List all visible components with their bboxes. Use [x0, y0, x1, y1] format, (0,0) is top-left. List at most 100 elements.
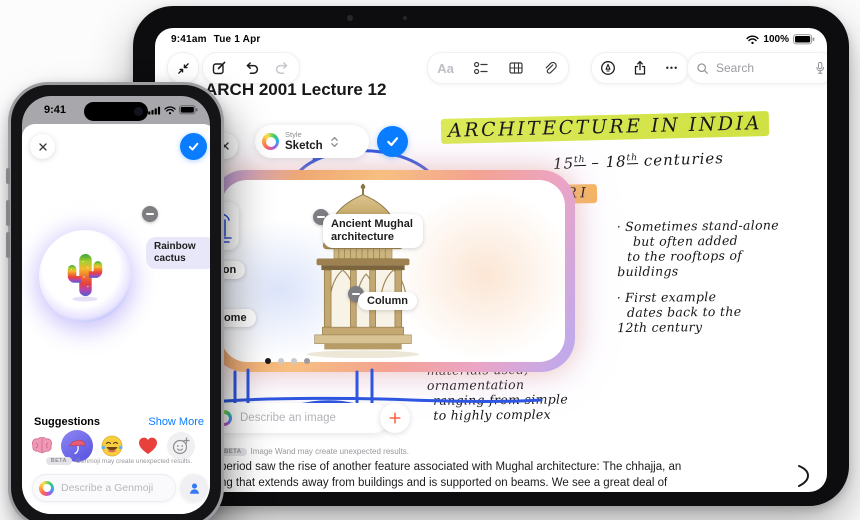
tag-subject[interactable]: Ancient Mughal architecture — [323, 214, 423, 248]
genmoji-tag[interactable]: Rainbow cactus — [146, 237, 210, 269]
genmoji-sheet: Rainbow cactus Suggestions Show More BET… — [22, 124, 210, 514]
describe-genmoji-field[interactable] — [32, 474, 176, 502]
wifi-icon — [164, 105, 176, 114]
style-picker[interactable]: Style Sketch — [255, 125, 369, 158]
iphone-device: 9:41 Rainbow cactus Suggestions Show Mor… — [6, 82, 224, 520]
collapse-icon — [169, 54, 197, 82]
more-icon: ••• — [665, 63, 679, 73]
format-icon: Aa — [437, 60, 454, 76]
beta-text: Image Wand may create unexpected results… — [250, 447, 409, 456]
describe-genmoji-input[interactable] — [59, 481, 169, 495]
search-input[interactable] — [714, 60, 809, 76]
chhatri-illustration — [306, 183, 420, 359]
describe-image-field[interactable] — [209, 403, 389, 433]
battery-icon — [179, 105, 198, 115]
suggestion-laughing[interactable] — [98, 432, 126, 460]
volume-up-button — [6, 200, 10, 226]
ipad-status-right: 100% — [746, 34, 815, 45]
markup-pencil-icon — [601, 61, 615, 75]
genmoji-accept-button[interactable] — [180, 133, 207, 160]
ipad-date: Tue 1 Apr — [213, 34, 261, 45]
iphone-screen: 9:41 Rainbow cactus Suggestions Show Mor… — [22, 96, 210, 514]
table-button[interactable] — [502, 54, 530, 82]
ipad-time: 9:41am — [171, 34, 207, 45]
checklist-button[interactable] — [467, 54, 495, 82]
note-title: ARCH 2001 Lecture 12 — [205, 80, 387, 99]
battery-percent: 100% — [763, 34, 789, 45]
suggestion-heart[interactable] — [134, 432, 162, 460]
iphone-status-icons — [148, 105, 198, 115]
search-field[interactable] — [687, 52, 827, 84]
wifi-icon — [746, 35, 760, 44]
show-more-link[interactable]: Show More — [148, 416, 204, 428]
note-paragraph: s period saw the rise of another feature… — [211, 461, 682, 489]
paperclip-icon — [545, 61, 557, 74]
style-text: Style Sketch — [285, 130, 323, 152]
beta-badge: BETA — [45, 457, 72, 465]
volume-down-button — [6, 232, 10, 258]
new-genmoji-icon — [172, 437, 190, 455]
battery-icon — [793, 34, 815, 45]
heart-emoji — [139, 437, 157, 454]
format-button[interactable]: Aa — [432, 54, 460, 82]
iphone-bezel: 9:41 Rainbow cactus Suggestions Show Mor… — [11, 85, 221, 520]
handwritten-heading: ARCHITECTURE IN INDIA — [440, 110, 770, 145]
share-icon — [634, 60, 646, 75]
genmoji-preview — [39, 230, 131, 322]
plus-icon — [389, 412, 401, 424]
rainbow-cactus-emoji — [67, 253, 103, 302]
pen-flourish — [798, 465, 809, 487]
ipad-camera-dot — [403, 16, 407, 20]
more-button[interactable]: ••• — [658, 54, 686, 82]
mic-icon[interactable] — [814, 61, 826, 75]
ipad-screen: 9:41am Tue 1 Apr 100% Aa ••• Search ARCH… — [155, 28, 827, 492]
dynamic-island — [84, 102, 148, 121]
describe-image-input[interactable] — [238, 411, 382, 425]
format-group: Aa — [427, 52, 569, 84]
image-wand-beta-note: BETA Image Wand may create unexpected re… — [219, 447, 409, 456]
undo-button[interactable] — [237, 54, 265, 82]
apple-intelligence-icon — [39, 480, 54, 496]
tools-group: ••• — [591, 52, 689, 84]
bullet-chhatri-4: · Sometimes stand-alone but often added t… — [616, 217, 780, 280]
handwritten-subheading: 15th – 18th centuries — [552, 149, 725, 173]
generated-image[interactable] — [221, 180, 565, 362]
wand-accept-button[interactable] — [377, 126, 408, 157]
tag-column[interactable]: Column — [358, 292, 417, 310]
remove-genmoji-tag-button[interactable] — [142, 206, 158, 222]
table-icon — [508, 62, 523, 74]
redo-button[interactable] — [269, 54, 297, 82]
checkmark-icon — [387, 137, 399, 147]
compose-button[interactable] — [205, 54, 233, 82]
suggestions-title: Suggestions — [34, 416, 101, 428]
attachment-button[interactable] — [537, 54, 565, 82]
close-icon — [38, 142, 47, 151]
share-button[interactable] — [626, 54, 654, 82]
collapse-toolbar-button[interactable] — [167, 52, 199, 84]
chevron-up-down-icon — [330, 136, 338, 147]
add-image-button[interactable] — [380, 403, 410, 433]
action-button — [6, 168, 10, 184]
stage: 9:41am Tue 1 Apr 100% Aa ••• Search ARCH… — [0, 0, 860, 520]
personalize-button[interactable] — [180, 474, 208, 502]
bullet-chhatri-5: · First example dates back to the 12th ce… — [616, 289, 742, 336]
suggestion-brain[interactable] — [28, 432, 56, 460]
cellular-icon — [148, 106, 161, 115]
brain-emoji — [31, 437, 53, 454]
beta-text: Genmoji may create unexpected results. — [75, 457, 193, 465]
image-wand-frame — [211, 170, 575, 372]
person-icon — [189, 483, 199, 494]
umbrella-emoji — [69, 440, 85, 455]
iphone-time: 9:41 — [44, 104, 67, 116]
minus-icon — [146, 213, 154, 215]
checkmark-icon — [188, 142, 199, 151]
checklist-icon — [473, 61, 488, 75]
search-icon — [697, 62, 708, 74]
genmoji-beta-note: BETA Genmoji may create unexpected resul… — [22, 457, 210, 465]
ipad-camera — [347, 15, 353, 21]
style-swatch-icon — [262, 133, 279, 150]
genmoji-close-button[interactable] — [30, 134, 55, 159]
markup-button[interactable] — [594, 54, 622, 82]
new-genmoji-button[interactable] — [167, 432, 195, 460]
ipad-device: 9:41am Tue 1 Apr 100% Aa ••• Search ARCH… — [133, 6, 849, 506]
